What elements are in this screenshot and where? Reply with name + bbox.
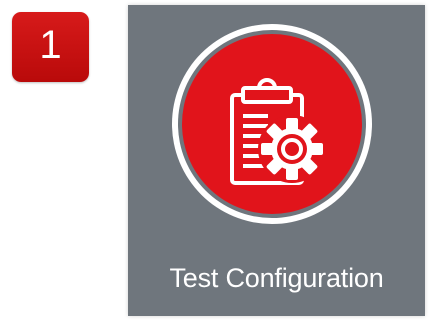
screen: 1 Test Configuration [0,0,432,320]
clipboard-gear-icon [172,24,372,224]
tile-label: Test Configuration [169,263,384,293]
gear-glyph [258,115,326,183]
step-number: 1 [39,22,62,67]
step-number-badge: 1 [12,12,89,82]
test-configuration-tile[interactable]: Test Configuration [128,5,425,316]
